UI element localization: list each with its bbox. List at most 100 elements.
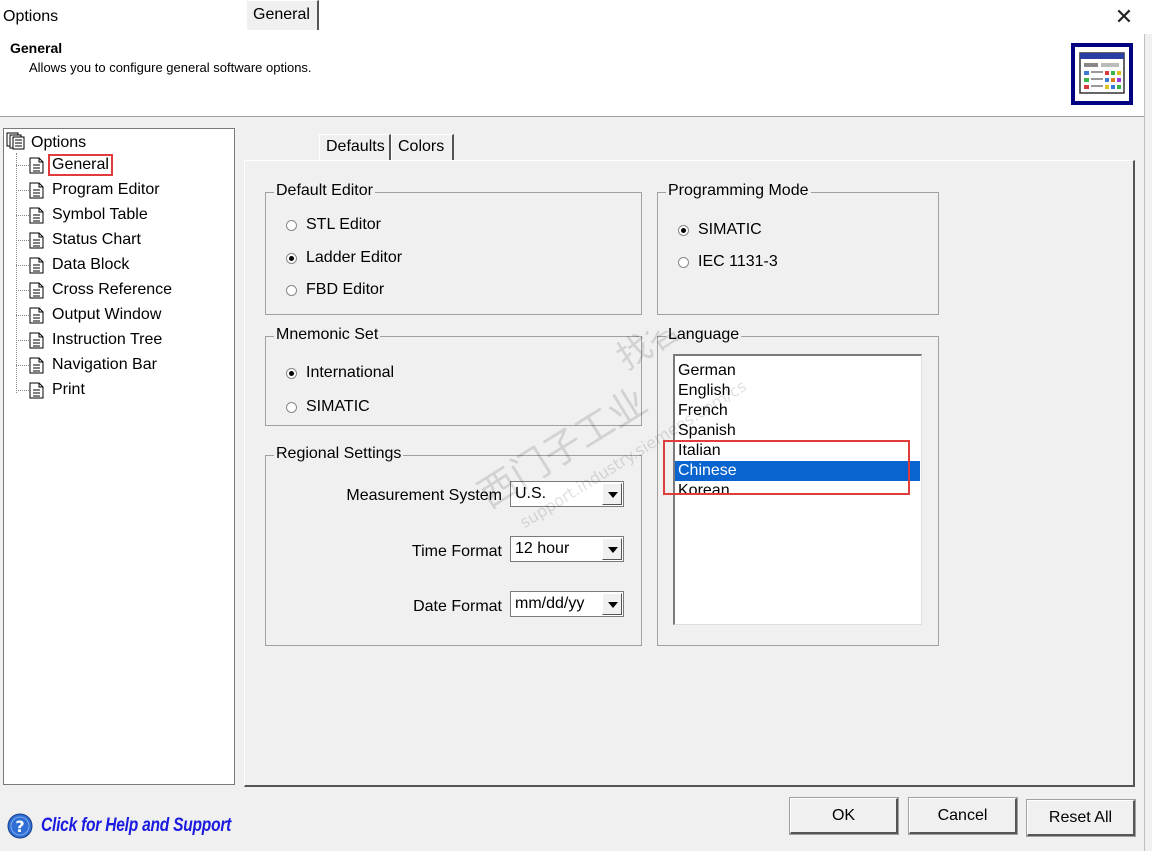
measurement-system-select[interactable]: U.S. [510,481,624,507]
tree-item-label: Print [52,381,85,398]
document-icon [29,382,44,398]
title-bar: Options ✕ [0,0,1152,34]
group-legend: Mnemonic Set [274,326,381,344]
tree-item-label: Symbol Table [52,206,148,223]
cancel-button[interactable]: Cancel [908,797,1018,835]
regional-settings-group: Regional Settings Measurement System U.S… [265,445,642,646]
measurement-system-label: Measurement System [346,487,502,504]
chevron-down-icon[interactable] [602,483,622,505]
tree-item-output-window[interactable]: Output Window [16,303,163,327]
radio-circle [286,284,297,296]
radio-label: International [306,364,395,381]
tab-defaults[interactable]: Defaults [319,134,391,161]
language-option-selected[interactable]: Chinese [675,461,920,481]
language-option[interactable]: Italian [675,441,920,461]
radio-simatic-mnemonic[interactable]: SIMATIC [286,398,370,416]
language-option[interactable]: Korean [675,481,920,501]
help-link-label: Click for Help and Support [41,815,232,836]
tree-item-label: Program Editor [52,181,160,198]
header-title: General [10,40,63,56]
radio-circle [286,219,297,231]
language-option[interactable]: English [675,381,920,401]
tree-item-label: Navigation Bar [52,356,157,373]
radio-label: FBD Editor [306,281,385,298]
programming-mode-group: Programming Mode SIMATIC IEC 1131-3 [657,182,939,315]
document-icon [29,257,44,273]
document-icon [29,157,44,173]
window-right-border [1144,34,1152,851]
radio-circle-checked [286,367,297,379]
select-value: 12 hour [515,540,570,557]
date-format-select[interactable]: mm/dd/yy [510,591,624,617]
tab-general[interactable]: General [246,0,319,30]
radio-international[interactable]: International [286,364,394,382]
tree-item-symbol-table[interactable]: Symbol Table [16,203,150,227]
reset-all-button[interactable]: Reset All [1026,799,1136,837]
document-icon [29,332,44,348]
language-option[interactable]: French [675,401,920,421]
header-description: Allows you to configure general software… [29,60,312,75]
tree-item-label: Instruction Tree [52,331,163,348]
time-format-label: Time Format [411,543,502,560]
tree-item-label: Output Window [52,306,162,323]
document-icon [29,282,44,298]
mnemonic-set-group: Mnemonic Set International SIMATIC [265,326,642,426]
tree-item-print[interactable]: Print [16,378,87,402]
select-value: U.S. [515,485,547,502]
tree-item-cross-reference[interactable]: Cross Reference [16,278,174,302]
tree-item-data-block[interactable]: Data Block [16,253,131,277]
radio-circle-checked [286,252,297,264]
group-legend: Default Editor [274,182,375,200]
language-option[interactable]: German [675,361,920,381]
radio-iec-mode[interactable]: IEC 1131-3 [678,253,778,271]
date-format-label: Date Format [413,598,502,615]
ok-button[interactable]: OK [789,797,899,835]
group-legend: Language [666,326,742,344]
document-icon [29,232,44,248]
help-support-link[interactable]: ? Click for Help and Support [7,813,273,839]
radio-label: Ladder Editor [306,249,403,266]
tab-panel-general: Default Editor STL Editor Ladder Editor … [244,160,1135,787]
radio-ladder-editor[interactable]: Ladder Editor [286,249,402,267]
document-icon [29,357,44,373]
options-tree[interactable]: Options General Program Editor Symbol Ta… [3,128,235,785]
document-icon [29,207,44,223]
svg-text:?: ? [15,817,24,836]
tree-item-label: Data Block [52,256,130,273]
options-folder-icon [6,132,26,155]
radio-simatic-mode[interactable]: SIMATIC [678,221,762,239]
default-editor-group: Default Editor STL Editor Ladder Editor … [265,182,642,315]
language-group: Language German English French Spanish I… [657,326,939,646]
tree-root[interactable]: Options [6,132,86,154]
radio-circle-checked [678,224,689,236]
help-icon: ? [7,813,33,839]
settings-window-icon [1071,43,1133,105]
window-title: Options [3,8,59,25]
document-icon [29,307,44,323]
chevron-down-icon[interactable] [602,538,622,560]
radio-label: STL Editor [306,216,381,233]
close-icon[interactable]: ✕ [1111,4,1137,30]
dialog-header: General Allows you to configure general … [0,34,1144,117]
time-format-select[interactable]: 12 hour [510,536,624,562]
tree-item-label: General [48,154,113,176]
tree-item-status-chart[interactable]: Status Chart [16,228,143,252]
radio-stl-editor[interactable]: STL Editor [286,216,381,234]
tree-root-label: Options [31,134,87,151]
tree-item-program-editor[interactable]: Program Editor [16,178,162,202]
radio-label: IEC 1131-3 [698,253,778,270]
chevron-down-icon[interactable] [602,593,622,615]
tree-item-instruction-tree[interactable]: Instruction Tree [16,328,164,352]
document-icon [29,182,44,198]
select-value: mm/dd/yy [515,595,585,612]
tab-colors[interactable]: Colors [391,134,454,161]
language-option[interactable]: Spanish [675,421,920,441]
radio-fbd-editor[interactable]: FBD Editor [286,281,384,299]
tree-item-label: Status Chart [52,231,141,248]
tree-item-navigation-bar[interactable]: Navigation Bar [16,353,159,377]
language-listbox[interactable]: German English French Spanish Italian Ch… [673,354,922,625]
group-legend: Regional Settings [274,445,404,463]
tree-item-general[interactable]: General [16,153,113,177]
radio-label: SIMATIC [698,221,762,238]
radio-circle [286,401,297,413]
